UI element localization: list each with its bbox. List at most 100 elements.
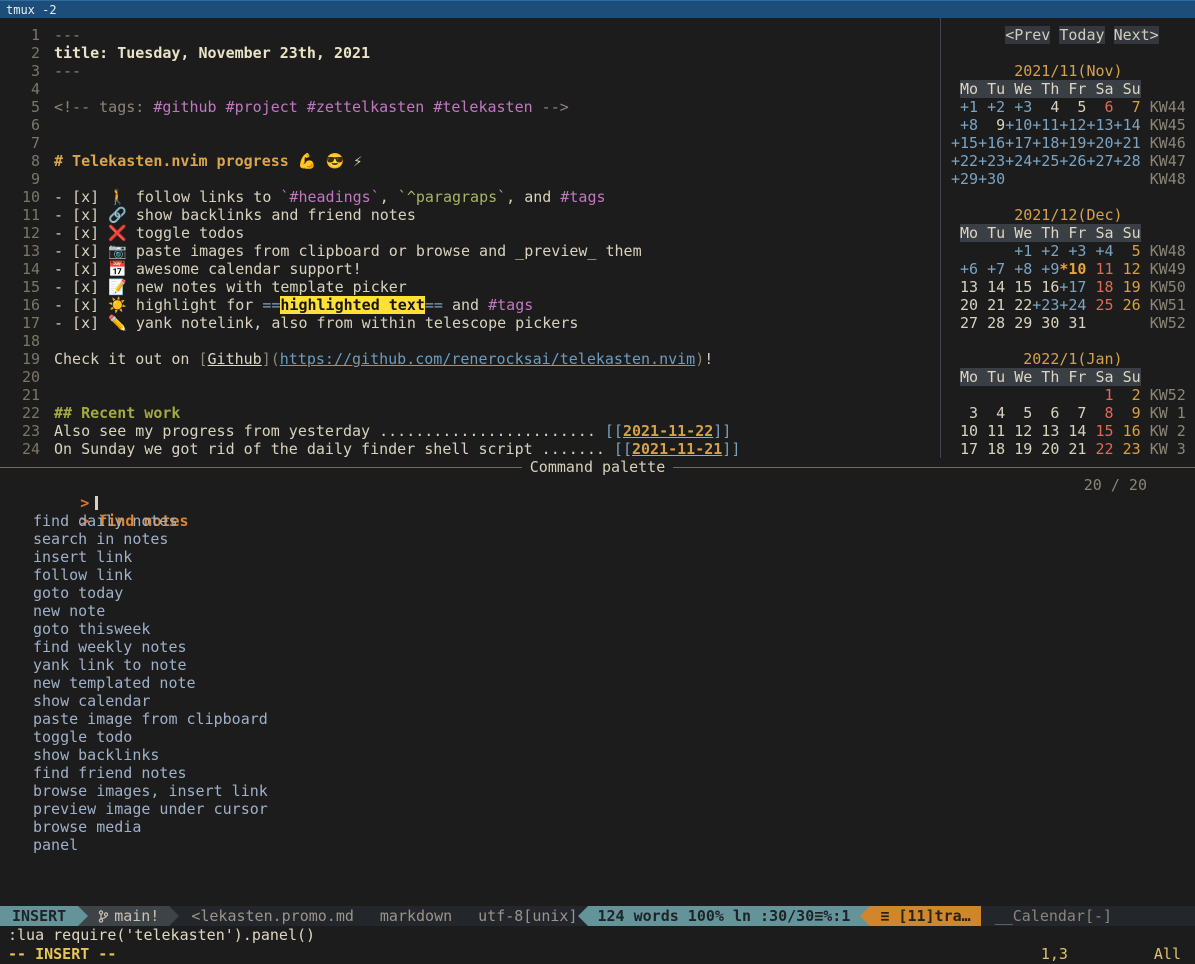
- calendar-day-noted[interactable]: +29+30: [951, 170, 1005, 188]
- wiki-date-link[interactable]: 2021-11-22: [623, 422, 713, 440]
- palette-prompt-input[interactable]: > 20 / 20: [0, 476, 1195, 494]
- calendar-prev-button[interactable]: <Prev: [1005, 26, 1050, 44]
- calendar-day-noted[interactable]: +22+23+24+25+26+27+28: [951, 152, 1141, 170]
- palette-item[interactable]: yank link to note: [0, 656, 1195, 674]
- buffer-line[interactable]: 18: [0, 332, 940, 350]
- palette-item[interactable]: preview image under cursor: [0, 800, 1195, 818]
- calendar-day[interactable]: 8: [1086, 404, 1113, 422]
- calendar-day[interactable]: 23: [1114, 440, 1141, 458]
- calendar-day-noted[interactable]: +17: [1059, 278, 1086, 296]
- command-line[interactable]: :lua require('telekasten').panel(): [0, 926, 1195, 945]
- highlighted-text: highlighted text: [280, 296, 425, 314]
- palette-item[interactable]: toggle todo: [0, 728, 1195, 746]
- external-url-link[interactable]: https://github.com/renerocksai/telekaste…: [280, 350, 695, 368]
- palette-item[interactable]: follow link: [0, 566, 1195, 584]
- calendar-day[interactable]: 19: [1114, 278, 1141, 296]
- palette-item[interactable]: find friend notes: [0, 764, 1195, 782]
- calendar-day[interactable]: 15: [1086, 422, 1113, 440]
- buffer-line[interactable]: 10- [x] 🚶 follow links to `#headings`, `…: [0, 188, 940, 206]
- line-number: 22: [0, 404, 54, 422]
- buffer-line[interactable]: 5<!-- tags: #github #project #zettelkast…: [0, 98, 940, 116]
- buffer-line[interactable]: 22## Recent work: [0, 404, 940, 422]
- buffer-line[interactable]: 23Also see my progress from yesterday ..…: [0, 422, 940, 440]
- palette-item[interactable]: new note: [0, 602, 1195, 620]
- buffer-line[interactable]: 14- [x] 📅 awesome calendar support!: [0, 260, 940, 278]
- calendar-day-noted[interactable]: +6 +7 +8 +9: [951, 260, 1059, 278]
- calendar-day[interactable]: 11: [1086, 260, 1113, 278]
- calendar-day[interactable]: 12: [1114, 260, 1141, 278]
- calendar-day[interactable]: 5: [1114, 242, 1141, 260]
- calendar-day[interactable]: 25: [1086, 296, 1113, 314]
- buffer-line[interactable]: 1---: [0, 26, 940, 44]
- github-link[interactable]: Github: [208, 350, 262, 368]
- calendar-day-noted[interactable]: +8: [951, 116, 978, 134]
- palette-item[interactable]: browse images, insert link: [0, 782, 1195, 800]
- calendar-today-button[interactable]: Today: [1059, 26, 1104, 44]
- buffer-line[interactable]: 17- [x] ✏️ yank notelink, also from with…: [0, 314, 940, 332]
- calendar-day[interactable]: 17 18 19 20 21: [951, 440, 1086, 458]
- buffer-line[interactable]: 9: [0, 170, 940, 188]
- calendar-day[interactable]: 26: [1114, 296, 1141, 314]
- palette-item[interactable]: new templated note: [0, 674, 1195, 692]
- branch-name: main!: [114, 906, 159, 926]
- buffer-line[interactable]: 19Check it out on [Github](https://githu…: [0, 350, 940, 368]
- calendar-day[interactable]: 20 21 22: [951, 296, 1032, 314]
- palette-item[interactable]: paste image from clipboard: [0, 710, 1195, 728]
- buffer-line[interactable]: 2title: Tuesday, November 23th, 2021: [0, 44, 940, 62]
- wiki-date-link[interactable]: 2021-11-21: [632, 440, 722, 458]
- calendar-week-number: KW 1: [1150, 404, 1186, 422]
- ruler-line: -- INSERT -- 1,3 All: [0, 945, 1195, 964]
- calendar-day[interactable]: 16: [1114, 422, 1141, 440]
- buffer-line[interactable]: 16- [x] ☀️ highlight for ==highlighted t…: [0, 296, 940, 314]
- palette-item[interactable]: show backlinks: [0, 746, 1195, 764]
- calendar-day[interactable]: 3 4 5 6 7: [951, 404, 1086, 422]
- palette-item[interactable]: browse media: [0, 818, 1195, 836]
- palette-item[interactable]: goto today: [0, 584, 1195, 602]
- calendar-day-today[interactable]: *10: [1059, 260, 1086, 278]
- calendar-day-noted[interactable]: +23+24: [1032, 296, 1086, 314]
- buffer-line[interactable]: 20: [0, 368, 940, 386]
- calendar-day-noted[interactable]: +10+11+12+13+14: [1005, 116, 1140, 134]
- calendar-day[interactable]: 22: [1086, 440, 1113, 458]
- calendar-day[interactable]: 6: [1086, 98, 1113, 116]
- calendar-day[interactable]: 10 11 12 13 14: [951, 422, 1086, 440]
- spacer: [951, 62, 1014, 80]
- buffer-line[interactable]: 12- [x] ❌ toggle todos: [0, 224, 940, 242]
- calendar-day[interactable]: 18: [1086, 278, 1113, 296]
- buffer-line[interactable]: 11- [x] 🔗 show backlinks and friend note…: [0, 206, 940, 224]
- buffer-line[interactable]: 21: [0, 386, 940, 404]
- calendar-next-button[interactable]: Next>: [1114, 26, 1159, 44]
- buffer-line[interactable]: 24On Sunday we got rid of the daily find…: [0, 440, 940, 458]
- calendar-day-noted[interactable]: +15+16+17+18+19+20+21: [951, 134, 1141, 152]
- buffer-line[interactable]: 8# Telekasten.nvim progress 💪 😎 ⚡: [0, 152, 940, 170]
- calendar-day[interactable]: 7: [1114, 98, 1141, 116]
- buffer-line[interactable]: 3---: [0, 62, 940, 80]
- word-count-progress: 124 words 100% ln :30/30≡%:1: [588, 906, 861, 926]
- mode-label: INSERT: [12, 907, 66, 925]
- calendar-day[interactable]: 4 5: [1032, 98, 1086, 116]
- palette-item-selected[interactable]: >find notes: [0, 494, 1195, 512]
- palette-item[interactable]: search in notes: [0, 530, 1195, 548]
- line-number: 10: [0, 188, 54, 206]
- buffer-line[interactable]: 13- [x] 📷 paste images from clipboard or…: [0, 242, 940, 260]
- palette-item[interactable]: find weekly notes: [0, 638, 1195, 656]
- buffer-line[interactable]: 7: [0, 134, 940, 152]
- buffer-line[interactable]: 4: [0, 80, 940, 98]
- palette-item[interactable]: goto thisweek: [0, 620, 1195, 638]
- calendar-day[interactable]: 1: [1086, 386, 1113, 404]
- palette-item[interactable]: panel: [0, 836, 1195, 854]
- palette-item[interactable]: show calendar: [0, 692, 1195, 710]
- text: and: [443, 296, 488, 314]
- calendar-day[interactable]: 9: [978, 116, 1005, 134]
- buffer-line[interactable]: 15- [x] 📝 new notes with template picker: [0, 278, 940, 296]
- calendar-day[interactable]: 2: [1114, 386, 1141, 404]
- text: On Sunday we got rid of the daily finder…: [54, 440, 614, 458]
- calendar-day[interactable]: 13 14 15 16: [951, 278, 1059, 296]
- calendar-day[interactable]: 9: [1114, 404, 1141, 422]
- mode-indicator: INSERT: [0, 906, 78, 926]
- calendar-day-noted[interactable]: +1 +2 +3 +4: [1005, 242, 1113, 260]
- calendar-day-noted[interactable]: +1 +2 +3: [951, 98, 1032, 116]
- calendar-day[interactable]: 27 28 29 30 31: [951, 314, 1086, 332]
- buffer-line[interactable]: 6: [0, 116, 940, 134]
- palette-item[interactable]: insert link: [0, 548, 1195, 566]
